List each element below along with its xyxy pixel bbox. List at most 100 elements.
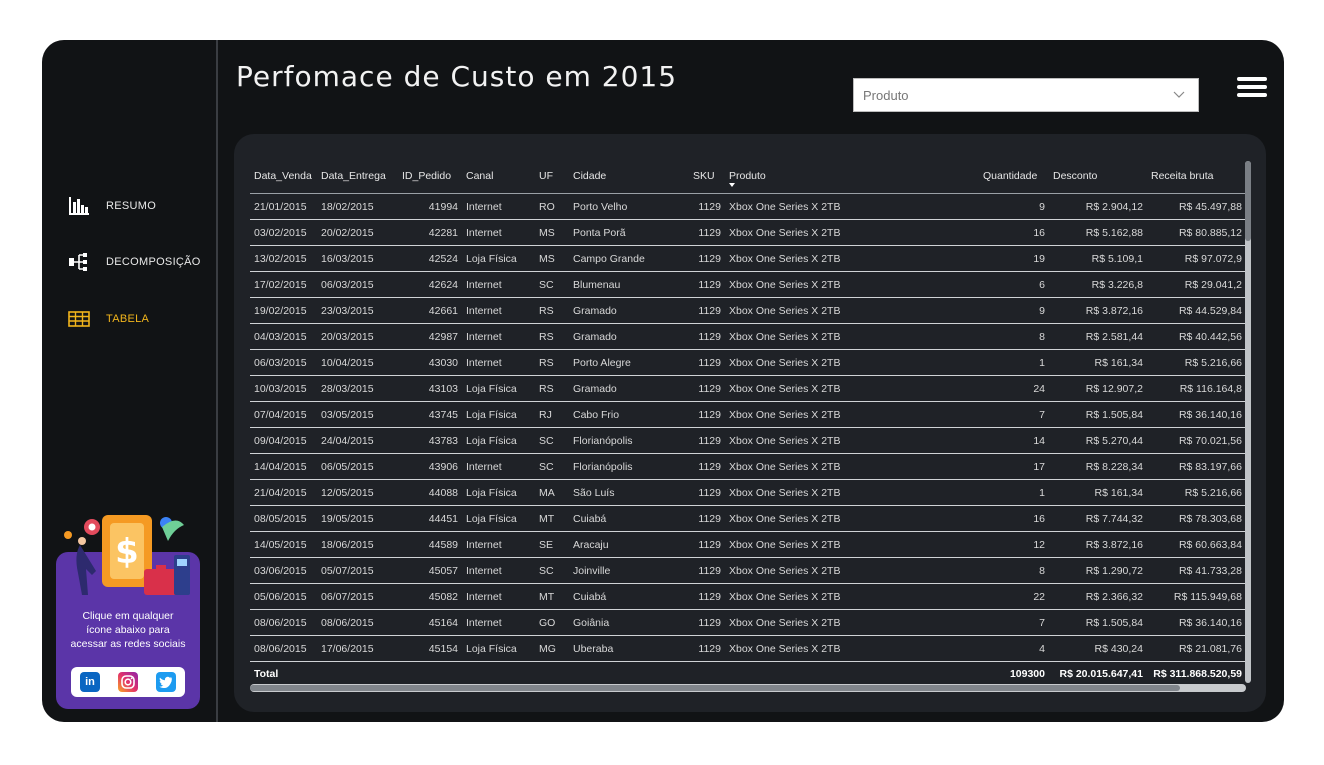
table-cell: 9 [979, 297, 1049, 324]
table-row[interactable]: 08/06/2015 17/06/2015 45154 Loja Física MG Ub… [250, 635, 1246, 662]
table-cell: 20/03/2015 [317, 323, 398, 350]
table-cell: 41994 [398, 193, 462, 220]
twitter-icon[interactable] [156, 672, 176, 692]
table-cell: 1129 [689, 271, 725, 298]
table-cell: R$ 83.197,66 [1147, 453, 1246, 480]
table-cell: Xbox One Series X 2TB [725, 453, 979, 480]
table-cell: RS [535, 375, 569, 402]
table-row[interactable]: 14/04/2015 06/05/2015 43906 Internet SC Flori… [250, 453, 1246, 480]
table-cell: 14/04/2015 [250, 453, 317, 480]
table-cell: Ponta Porã [569, 219, 689, 246]
column-header[interactable]: UF [535, 158, 569, 194]
column-header[interactable]: Desconto [1049, 158, 1147, 194]
table-cell: R$ 70.021,56 [1147, 427, 1246, 454]
table-cell: 1129 [689, 609, 725, 636]
column-header[interactable]: Cidade [569, 158, 689, 194]
table-cell: 1 [979, 349, 1049, 376]
table-row[interactable]: 03/02/2015 20/02/2015 42281 Internet MS Ponta… [250, 219, 1246, 246]
table-cell: RJ [535, 401, 569, 428]
nav-item-decomposicao[interactable]: DECOMPOSIÇÃO [68, 251, 208, 273]
table-cell: Loja Física [462, 401, 535, 428]
column-header[interactable]: ID_Pedido [398, 158, 462, 194]
decomposition-tree-icon [69, 253, 87, 271]
column-header-label: UF [539, 169, 553, 182]
table-cell: Xbox One Series X 2TB [725, 479, 979, 506]
report-canvas: Perfomace de Custo em 2015 Produto RESUM… [42, 40, 1284, 722]
table-cell: R$ 44.529,84 [1147, 297, 1246, 324]
table-cell: 24/04/2015 [317, 427, 398, 454]
table-row[interactable]: 17/02/2015 06/03/2015 42624 Internet SC Blume… [250, 271, 1246, 298]
table-cell: 9 [979, 193, 1049, 220]
table-cell: R$ 161,34 [1049, 479, 1147, 506]
total-label: Total [254, 668, 279, 680]
table-row[interactable]: 08/06/2015 08/06/2015 45164 Internet GO Goiân… [250, 609, 1246, 636]
table-cell: 06/07/2015 [317, 583, 398, 610]
vertical-scrollbar[interactable] [1245, 161, 1251, 683]
column-header[interactable]: Quantidade [979, 158, 1049, 194]
sales-table: Data_Venda Data_Entrega ID_Pedido Canal UF Ci… [250, 158, 1246, 686]
table-cell: 12 [979, 531, 1049, 558]
table-cell: 45057 [398, 557, 462, 584]
horizontal-scrollbar[interactable] [250, 684, 1246, 692]
table-row[interactable]: 13/02/2015 16/03/2015 42524 Loja Física MS Ca… [250, 245, 1246, 272]
table-row[interactable]: 14/05/2015 18/06/2015 44589 Internet SE Araca… [250, 531, 1246, 558]
table-header-row: Data_Venda Data_Entrega ID_Pedido Canal UF Ci… [250, 158, 1246, 194]
table-cell: Xbox One Series X 2TB [725, 245, 979, 272]
table-row[interactable]: 21/01/2015 18/02/2015 41994 Internet RO Porto… [250, 193, 1246, 220]
table-cell: RS [535, 297, 569, 324]
table-cell: Gramado [569, 323, 689, 350]
column-header-label: Cidade [573, 169, 607, 182]
table-cell: R$ 2.904,12 [1049, 193, 1147, 220]
hamburger-menu-icon[interactable] [1237, 77, 1267, 99]
table-cell: Cuiabá [569, 583, 689, 610]
table-cell: R$ 21.081,76 [1147, 635, 1246, 662]
table-cell: R$ 7.744,32 [1049, 505, 1147, 532]
nav-item-tabela[interactable]: TABELA [68, 308, 208, 330]
column-header-label: Quantidade [983, 169, 1038, 182]
nav-label-resumo: RESUMO [106, 200, 157, 212]
column-header[interactable]: Canal [462, 158, 535, 194]
table-cell: MS [535, 219, 569, 246]
table-row[interactable]: 07/04/2015 03/05/2015 43745 Loja Física RJ Ca… [250, 401, 1246, 428]
table-cell: Cuiabá [569, 505, 689, 532]
table-row[interactable]: 03/06/2015 05/07/2015 45057 Internet SC Joinv… [250, 557, 1246, 584]
table-row[interactable]: 21/04/2015 12/05/2015 44088 Loja Física MA Sã… [250, 479, 1246, 506]
table-cell: SC [535, 427, 569, 454]
vertical-scroll-thumb[interactable] [1245, 161, 1251, 241]
produto-filter-dropdown[interactable]: Produto [853, 78, 1199, 112]
table-cell: 10/04/2015 [317, 349, 398, 376]
table-cell: RS [535, 323, 569, 350]
total-quantidade: 109300 [1009, 668, 1045, 680]
table-row[interactable]: 10/03/2015 28/03/2015 43103 Loja Física RS Gr… [250, 375, 1246, 402]
column-header[interactable]: Data_Entrega [317, 158, 398, 194]
table-cell: SC [535, 271, 569, 298]
sidebar-divider [216, 40, 218, 722]
column-header[interactable]: Produto [725, 158, 979, 194]
column-header[interactable]: Receita bruta [1147, 158, 1246, 194]
table-cell: 43783 [398, 427, 462, 454]
column-header[interactable]: Data_Venda [250, 158, 317, 194]
nav-item-resumo[interactable]: RESUMO [68, 195, 208, 217]
table-cell: Loja Física [462, 505, 535, 532]
linkedin-icon[interactable]: in [80, 672, 100, 692]
instagram-icon[interactable] [118, 672, 138, 692]
table-row[interactable]: 08/05/2015 19/05/2015 44451 Loja Física MT Cu… [250, 505, 1246, 532]
column-header-label: Desconto [1053, 169, 1098, 182]
table-row[interactable]: 06/03/2015 10/04/2015 43030 Internet RS Porto… [250, 349, 1246, 376]
table-row[interactable]: 05/06/2015 06/07/2015 45082 Internet MT Cuiab… [250, 583, 1246, 610]
table-cell: Gramado [569, 297, 689, 324]
table-cell: R$ 97.072,9 [1147, 245, 1246, 272]
table-cell: 08/05/2015 [250, 505, 317, 532]
sort-descending-icon[interactable] [729, 183, 735, 187]
table-cell: Xbox One Series X 2TB [725, 401, 979, 428]
column-header[interactable]: SKU [689, 158, 725, 194]
table-row[interactable]: 19/02/2015 23/03/2015 42661 Internet RS Grama… [250, 297, 1246, 324]
table-row[interactable]: 09/04/2015 24/04/2015 43783 Loja Física SC Fl… [250, 427, 1246, 454]
table-cell: R$ 8.228,34 [1049, 453, 1147, 480]
horizontal-scroll-thumb[interactable] [250, 685, 1180, 691]
table-row[interactable]: 04/03/2015 20/03/2015 42987 Internet RS Grama… [250, 323, 1246, 350]
table-cell: R$ 1.290,72 [1049, 557, 1147, 584]
table-cell: R$ 29.041,2 [1147, 271, 1246, 298]
table-cell: 43906 [398, 453, 462, 480]
table-cell: Xbox One Series X 2TB [725, 609, 979, 636]
